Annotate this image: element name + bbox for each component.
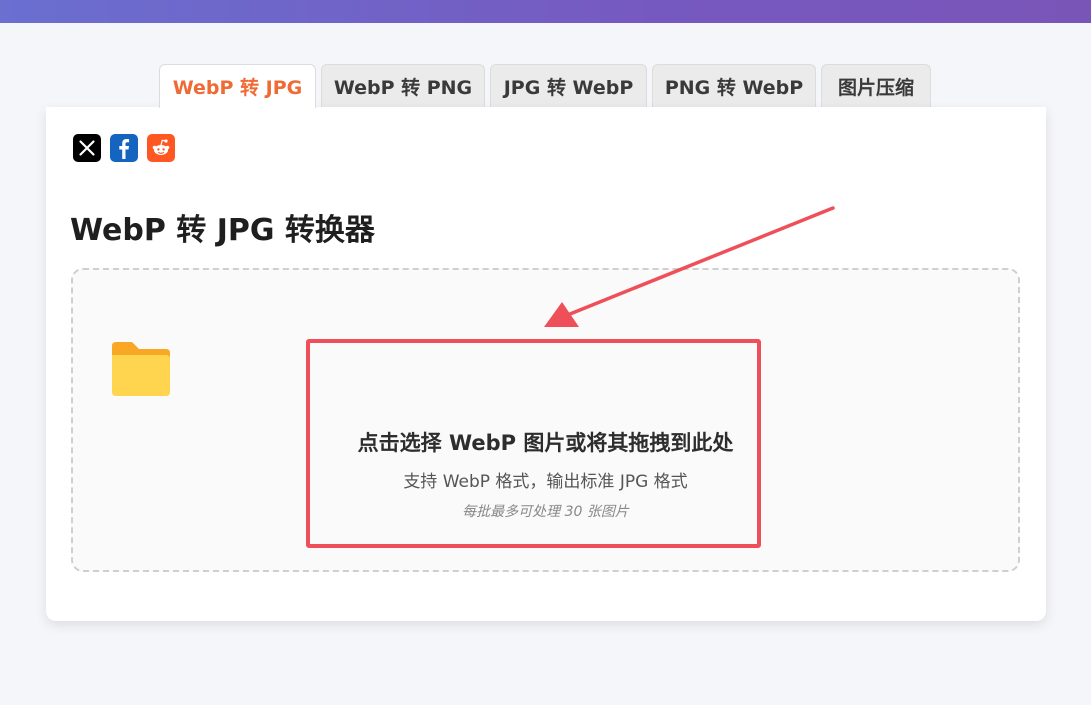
tab-jpg-to-webp[interactable]: JPG 转 WebP [490,64,647,107]
file-dropzone[interactable]: 点击选择 WebP 图片或将其拖拽到此处 支持 WebP 格式，输出标准 JPG… [71,268,1020,572]
page-title: WebP 转 JPG 转换器 [70,213,375,248]
dropzone-title: 点击选择 WebP 图片或将其拖拽到此处 [357,431,734,455]
folder-icon [110,340,172,402]
tab-webp-to-png[interactable]: WebP 转 PNG [321,64,485,107]
tab-image-compress[interactable]: 图片压缩 [821,64,931,107]
share-buttons [73,134,175,162]
tab-webp-to-jpg[interactable]: WebP 转 JPG [159,64,316,108]
x-icon[interactable] [73,134,101,162]
tab-png-to-webp[interactable]: PNG 转 WebP [652,64,816,107]
header-bar [0,0,1091,23]
dropzone-limit-note: 每批最多可处理 30 张图片 [462,504,629,520]
reddit-icon[interactable] [147,134,175,162]
dropzone-subtitle: 支持 WebP 格式，输出标准 JPG 格式 [403,472,688,492]
converter-card: WebP 转 JPG 转换器 点击选择 WebP 图片或将其拖拽到此处 支持 W… [46,107,1046,621]
facebook-icon[interactable] [110,134,138,162]
